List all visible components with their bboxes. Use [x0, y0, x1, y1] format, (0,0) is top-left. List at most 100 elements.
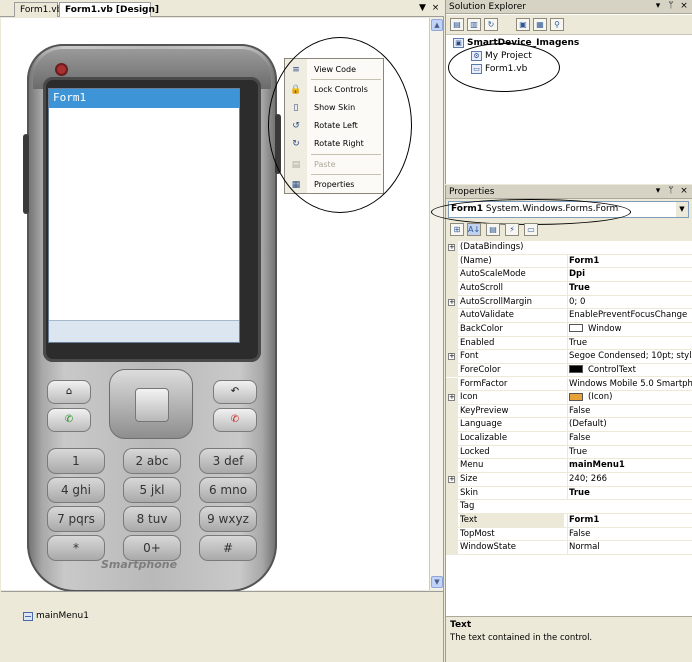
property-pages-icon[interactable]: ▭	[524, 223, 538, 236]
property-value[interactable]: Dpi	[567, 268, 692, 282]
property-row[interactable]: AutoScroll True	[446, 281, 692, 296]
property-gutter	[446, 541, 458, 555]
property-row[interactable]: + (DataBindings)	[446, 241, 692, 255]
view-code-tool-icon[interactable]: ▣	[516, 18, 530, 31]
smartphone-brand-label: Smartphone	[101, 558, 178, 571]
annotation-ellipse-solution	[448, 43, 560, 92]
pin-icon[interactable]: ᛘ	[666, 186, 676, 197]
property-row[interactable]: Tag	[446, 500, 692, 514]
property-value[interactable]: True	[567, 281, 692, 295]
property-value[interactable]: Windows Mobile 5.0 Smartphone	[567, 377, 692, 391]
project-icon: ▣	[453, 38, 464, 48]
property-row[interactable]: Text Form1	[446, 514, 692, 528]
property-row[interactable]: ForeColor ControlText	[446, 363, 692, 378]
property-value[interactable]: Segoe Condensed; 10pt; style=	[567, 350, 692, 364]
close-tab-icon[interactable]: ×	[430, 3, 441, 14]
property-value[interactable]: Form1	[567, 514, 692, 527]
form-screen[interactable]: Form1	[48, 88, 240, 343]
property-value-text: True	[569, 282, 590, 293]
property-value[interactable]: 240; 266	[567, 473, 692, 487]
expand-icon[interactable]: +	[448, 298, 455, 306]
property-name: AutoScaleMode	[460, 269, 526, 280]
property-value[interactable]: (Default)	[567, 418, 692, 432]
property-gutter	[446, 527, 458, 542]
show-all-files-icon[interactable]: ▥	[467, 18, 481, 31]
close-icon[interactable]: ×	[679, 186, 689, 197]
categorized-icon[interactable]: ⊞	[450, 223, 464, 236]
property-row[interactable]: Locked True	[446, 445, 692, 460]
power-button-icon	[55, 63, 68, 76]
property-value[interactable]: True	[567, 336, 692, 350]
view-designer-icon[interactable]: ▦	[533, 18, 547, 31]
property-value[interactable]: mainMenu1	[567, 459, 692, 473]
property-value[interactable]: Form1	[567, 254, 692, 268]
key-6: 6 mno	[199, 477, 257, 503]
close-icon[interactable]: ×	[679, 1, 689, 12]
chevron-down-icon[interactable]: ▼	[676, 202, 688, 217]
property-row[interactable]: FormFactor Windows Mobile 5.0 Smartphone	[446, 377, 692, 392]
property-row[interactable]: + Icon (Icon)	[446, 391, 692, 405]
dropdown-arrow-icon[interactable]: ▾	[653, 186, 663, 197]
property-name: Menu	[460, 460, 484, 471]
property-row[interactable]: Skin True	[446, 486, 692, 501]
property-value[interactable]: (Icon)	[567, 391, 692, 405]
property-value[interactable]: EnablePreventFocusChange	[567, 309, 692, 323]
tab-form1-design[interactable]: Form1.vb [Design]	[59, 2, 159, 17]
property-gutter	[446, 377, 458, 392]
property-name: Localizable	[460, 433, 508, 444]
property-row[interactable]: Menu mainMenu1	[446, 459, 692, 474]
property-row[interactable]: AutoValidate EnablePreventFocusChange	[446, 309, 692, 323]
form-softkey-menu-bar[interactable]	[49, 320, 239, 342]
property-row[interactable]: AutoScaleMode Dpi	[446, 268, 692, 282]
property-row[interactable]: Enabled True	[446, 336, 692, 351]
property-row[interactable]: Language (Default)	[446, 418, 692, 433]
property-value[interactable]: Window	[567, 322, 692, 336]
property-value[interactable]: True	[567, 486, 692, 500]
expand-icon[interactable]: +	[448, 394, 455, 402]
property-name: Enabled	[460, 337, 495, 348]
property-gutter	[446, 363, 458, 378]
property-row[interactable]: + AutoScrollMargin 0; 0	[446, 295, 692, 310]
property-value-text: Form1	[569, 255, 600, 266]
expand-icon[interactable]: +	[448, 353, 455, 361]
property-value[interactable]: 0; 0	[567, 295, 692, 309]
property-row[interactable]: TopMost False	[446, 527, 692, 542]
property-row[interactable]: (Name) Form1	[446, 254, 692, 269]
property-name: Language	[460, 419, 502, 430]
property-value[interactable]: False	[567, 404, 692, 418]
property-value[interactable]: ControlText	[567, 363, 692, 377]
property-value[interactable]: False	[567, 432, 692, 446]
refresh-icon[interactable]: ↻	[484, 18, 498, 31]
property-row[interactable]: WindowState Normal	[446, 541, 692, 555]
scroll-down-icon[interactable]: ▼	[431, 576, 443, 588]
property-value[interactable]: True	[567, 445, 692, 459]
form-title-bar[interactable]: Form1	[49, 89, 239, 108]
property-value[interactable]: Normal	[567, 541, 692, 555]
property-row[interactable]: KeyPreview False	[446, 404, 692, 419]
properties-view-icon[interactable]: ▤	[486, 223, 500, 236]
property-gutter: +	[446, 391, 458, 405]
property-row[interactable]: + Size 240; 266	[446, 473, 692, 487]
pin-icon[interactable]: ᛘ	[666, 1, 676, 12]
property-value-text: EnablePreventFocusChange	[569, 310, 688, 321]
scroll-up-icon[interactable]: ▲	[431, 19, 443, 31]
expand-icon[interactable]: +	[448, 476, 455, 484]
vertical-scrollbar[interactable]: ▲ ▼	[429, 18, 443, 590]
property-row[interactable]: + Font Segoe Condensed; 10pt; style=	[446, 350, 692, 364]
expand-icon[interactable]: +	[448, 244, 455, 251]
side-key-left	[23, 134, 29, 214]
property-row[interactable]: Localizable False	[446, 432, 692, 446]
tray-component-mainmenu1[interactable]: mainMenu1	[23, 611, 89, 621]
designer-pane: Form1.vb Form1.vb [Design] ▼ × ▲ ▼ Form1…	[0, 0, 444, 662]
class-diagram-icon[interactable]: ⚲	[550, 18, 564, 31]
properties-tool-icon[interactable]: ▤	[450, 18, 464, 31]
tab-form1-code[interactable]: Form1.vb	[14, 2, 62, 17]
events-icon[interactable]: ⚡	[505, 223, 519, 236]
alphabetical-icon[interactable]: A↓	[467, 223, 481, 236]
property-row[interactable]: BackColor Window	[446, 322, 692, 337]
property-value-text: 0; 0	[569, 296, 586, 307]
property-value-text: True	[569, 487, 590, 498]
property-value[interactable]: False	[567, 527, 692, 541]
dropdown-arrow-icon[interactable]: ▾	[653, 1, 663, 12]
tab-list-arrow-icon[interactable]: ▼	[417, 3, 428, 14]
